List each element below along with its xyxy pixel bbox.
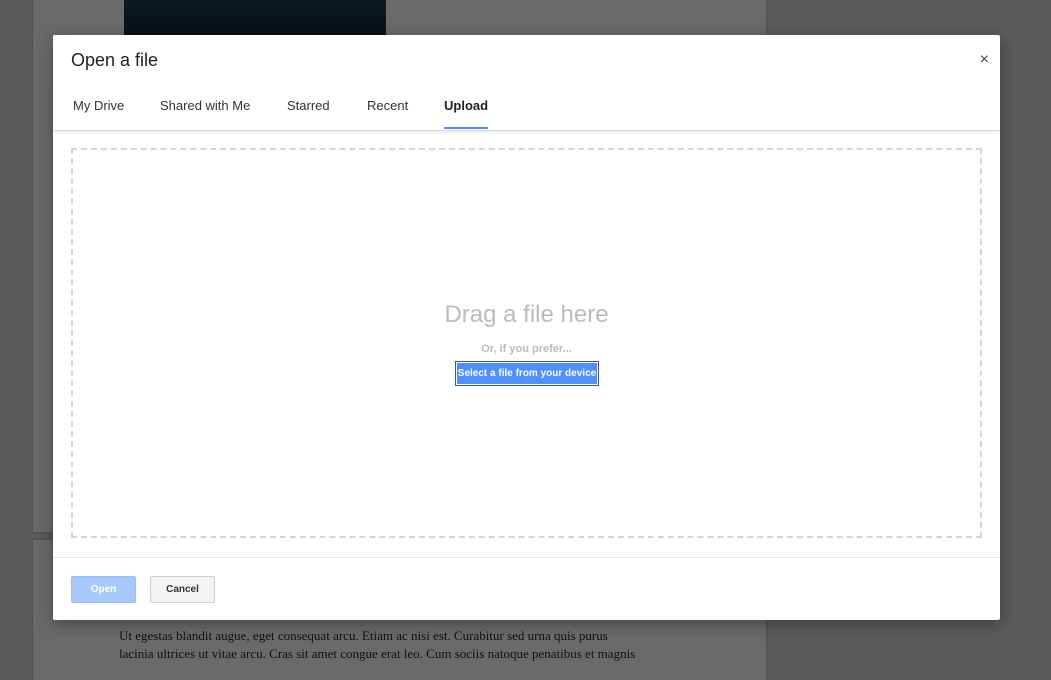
- document-text-line: Ut egestas blandit augue, eget consequat…: [119, 628, 608, 643]
- document-text: Ut egestas blandit augue, eget consequat…: [119, 627, 689, 663]
- dialog-title: Open a file: [71, 50, 159, 70]
- tab-upload[interactable]: Upload: [444, 89, 489, 129]
- document-text-line: lacinia ultrices ut vitae arcu. Cras sit…: [119, 646, 636, 661]
- drag-file-text: Drag a file here: [444, 301, 609, 328]
- select-file-button[interactable]: Select a file from your device: [455, 361, 599, 386]
- tab-recent[interactable]: Recent: [367, 89, 408, 129]
- open-button[interactable]: Open: [71, 576, 136, 603]
- tab-shared-with-me[interactable]: Shared with Me: [160, 89, 250, 129]
- open-file-dialog: Open a file × My Drive Shared with Me St…: [53, 35, 1000, 620]
- document-image: [124, 0, 386, 40]
- tab-my-drive[interactable]: My Drive: [73, 89, 124, 129]
- tab-starred[interactable]: Starred: [287, 89, 330, 129]
- close-icon[interactable]: ×: [980, 51, 989, 69]
- cancel-button[interactable]: Cancel: [150, 576, 215, 603]
- upload-dropzone[interactable]: Drag a file here Or, if you prefer... Se…: [71, 148, 982, 538]
- dialog-footer: Open Cancel: [53, 557, 1000, 621]
- prefer-text: Or, if you prefer...: [481, 343, 572, 355]
- tab-bar: My Drive Shared with Me Starred Recent U…: [53, 89, 1000, 131]
